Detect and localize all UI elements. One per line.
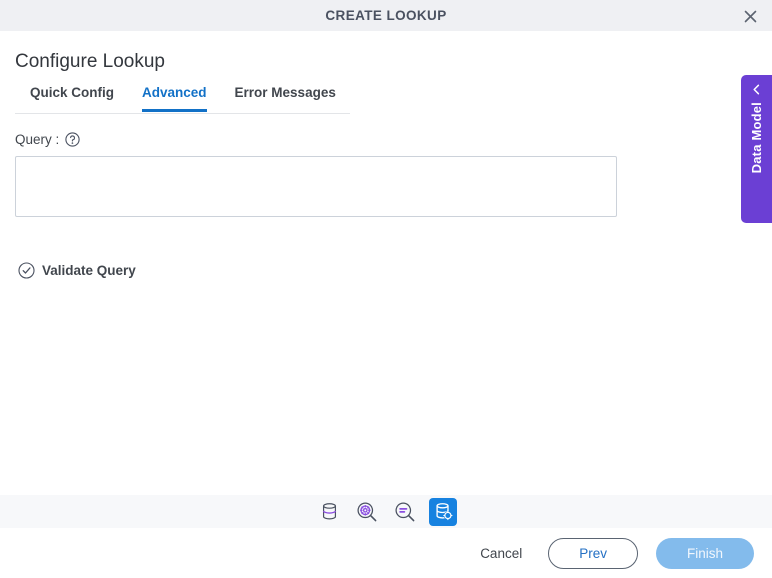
- query-label: Query :: [15, 131, 60, 147]
- query-label-row: Query :: [15, 130, 80, 148]
- dialog-title: CREATE LOOKUP: [325, 8, 447, 23]
- dialog-footer: Cancel Prev Finish: [0, 528, 772, 578]
- tab-advanced[interactable]: Advanced: [142, 82, 207, 112]
- search-list-icon[interactable]: [391, 498, 419, 526]
- tab-quick-config[interactable]: Quick Config: [30, 82, 114, 112]
- bottom-icon-toolbar: [0, 495, 772, 528]
- query-input[interactable]: [15, 156, 617, 217]
- database-icon[interactable]: [315, 498, 343, 526]
- create-lookup-dialog: CREATE LOOKUP Configure Lookup Quick Con…: [0, 0, 772, 578]
- data-model-panel-toggle[interactable]: Data Model: [741, 75, 772, 223]
- dialog-titlebar: CREATE LOOKUP: [0, 0, 772, 31]
- page-title: Configure Lookup: [15, 51, 165, 72]
- tab-bar: Quick Config Advanced Error Messages: [15, 82, 350, 114]
- validate-query-label: Validate Query: [42, 263, 136, 278]
- prev-button[interactable]: Prev: [548, 537, 638, 569]
- validate-query-button[interactable]: Validate Query: [18, 262, 136, 279]
- check-circle-icon: [18, 262, 35, 279]
- database-gear-icon[interactable]: [429, 497, 457, 526]
- chevron-left-icon: [749, 81, 765, 97]
- search-gear-icon[interactable]: [353, 498, 381, 526]
- close-icon[interactable]: [736, 2, 764, 30]
- cancel-button[interactable]: Cancel: [470, 540, 532, 567]
- tab-error-messages[interactable]: Error Messages: [235, 82, 336, 112]
- finish-button[interactable]: Finish: [655, 537, 754, 569]
- help-circle-icon[interactable]: [65, 131, 80, 147]
- data-model-label: Data Model: [749, 102, 764, 174]
